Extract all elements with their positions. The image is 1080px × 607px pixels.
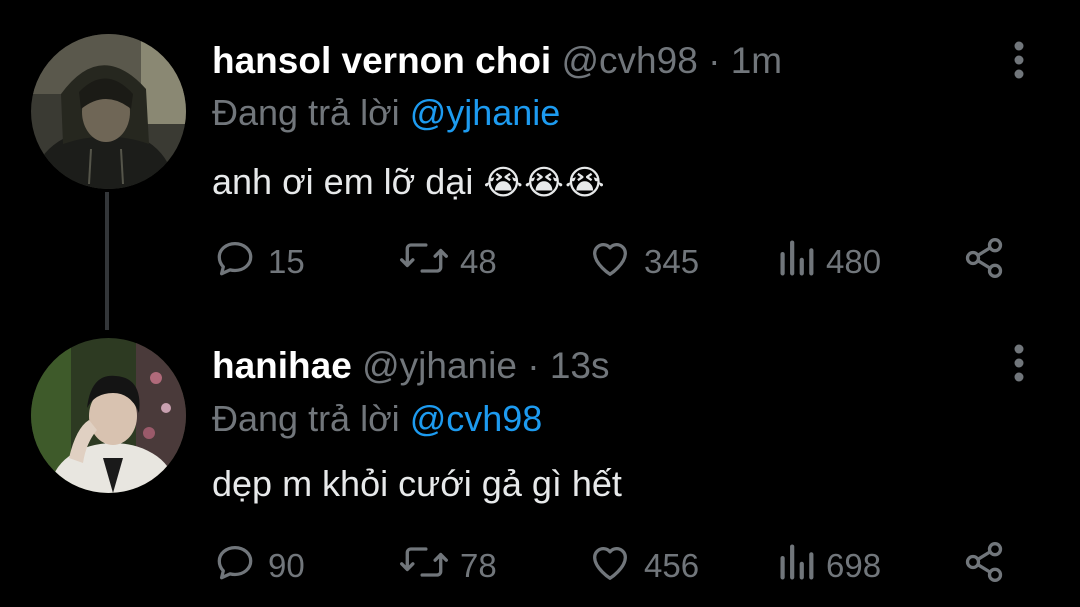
reply-icon	[212, 235, 258, 289]
retweet-icon	[398, 235, 450, 289]
like-icon	[586, 235, 634, 289]
views-icon	[776, 539, 816, 593]
tweet-header: hansol vernon choi @cvh98 · 1m	[212, 36, 782, 86]
display-name[interactable]: hanihae	[212, 345, 352, 386]
replying-prefix: Đang trả lời	[212, 398, 400, 439]
like-button[interactable]: 456	[586, 541, 699, 591]
replying-to-mention[interactable]: @yjhanie	[410, 92, 561, 133]
retweet-button[interactable]: 78	[398, 541, 497, 591]
views-count: 698	[826, 547, 882, 584]
separator: ·	[708, 40, 721, 81]
crying-face-emoji: 😭😭😭	[483, 163, 606, 203]
views-icon	[776, 235, 816, 289]
retweet-button[interactable]: 48	[398, 237, 497, 287]
share-icon	[962, 539, 1006, 593]
avatar[interactable]	[31, 34, 186, 189]
retweet-count: 78	[460, 547, 497, 584]
retweet-icon	[398, 539, 450, 593]
tweet-header: hanihae @yjhanie · 13s	[212, 341, 609, 391]
reply-button[interactable]: 90	[212, 541, 305, 591]
replying-prefix: Đang trả lời	[212, 92, 400, 133]
replying-to-mention[interactable]: @cvh98	[410, 398, 543, 439]
separator: ·	[527, 345, 540, 386]
more-options-icon[interactable]	[1010, 40, 1028, 80]
views-count: 480	[826, 243, 882, 280]
reply-count: 15	[268, 243, 305, 280]
like-icon	[586, 539, 634, 593]
action-bar: 90 78 456 698	[212, 541, 1012, 591]
replying-to-line: Đang trả lời @cvh98	[212, 394, 542, 444]
views-button[interactable]: 698	[776, 541, 881, 591]
tweet-text-content: anh ơi em lỡ dại	[212, 161, 474, 202]
tweet[interactable]: hanihae @yjhanie · 13s Đang trả lời @cvh…	[0, 303, 1080, 607]
handle[interactable]: @yjhanie	[362, 345, 517, 386]
handle[interactable]: @cvh98	[562, 40, 698, 81]
tweet-thread: hansol vernon choi @cvh98 · 1m Đang trả …	[0, 0, 1080, 607]
tweet-text: anh ơi em lỡ dại 😭😭😭	[212, 155, 606, 209]
reply-button[interactable]: 15	[212, 237, 305, 287]
display-name[interactable]: hansol vernon choi	[212, 40, 551, 81]
like-count: 456	[644, 547, 700, 584]
timestamp[interactable]: 1m	[731, 40, 782, 81]
views-button[interactable]: 480	[776, 237, 881, 287]
avatar[interactable]	[31, 338, 186, 493]
share-button[interactable]	[962, 541, 1006, 591]
more-options-icon[interactable]	[1010, 343, 1028, 383]
like-count: 345	[644, 243, 700, 280]
tweet-text: dẹp m khỏi cưới gả gì hết	[212, 457, 622, 511]
like-button[interactable]: 345	[586, 237, 699, 287]
timestamp[interactable]: 13s	[550, 345, 610, 386]
reply-icon	[212, 539, 258, 593]
reply-count: 90	[268, 547, 305, 584]
tweet[interactable]: hansol vernon choi @cvh98 · 1m Đang trả …	[0, 0, 1080, 300]
replying-to-line: Đang trả lời @yjhanie	[212, 88, 560, 138]
action-bar: 15 48 345 480	[212, 237, 1012, 287]
retweet-count: 48	[460, 243, 497, 280]
tweet-text-content: dẹp m khỏi cưới gả gì hết	[212, 463, 622, 504]
share-icon	[962, 235, 1006, 289]
share-button[interactable]	[962, 237, 1006, 287]
